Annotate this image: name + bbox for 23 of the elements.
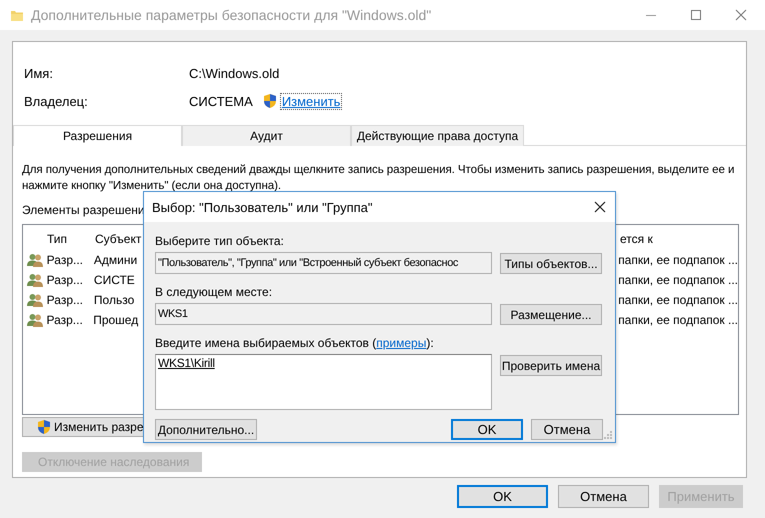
field-value: СИСТЕМА — [189, 94, 253, 108]
table-cell: папки, ее подпапок ... — [618, 273, 738, 287]
table-cell: папки, ее подпапок ... — [618, 253, 738, 267]
table-cell-text: Пользо — [94, 293, 136, 307]
field-value: C:\Windows.old — [189, 66, 280, 80]
description-text: Для получения дополнительных сведений дважды щелкните запись разрешения. Чтобы изменить запись разрешения, выделите ее и нажмите кнопку "Изменить" (если она доступна). — [22, 162, 736, 194]
table-cell-text: СИСТЕ — [94, 273, 136, 287]
table-cell: Админи — [94, 253, 138, 267]
entered-name: WKS1\Kirill — [158, 356, 215, 370]
window-title: Дополнительные параметры безопасности для "Windows.old" — [31, 7, 432, 23]
table-cell: папки, ее подпапок ... — [618, 313, 738, 327]
table-cell-text: Разр... — [46, 273, 84, 287]
field-label: Выберите тип объекта: — [155, 234, 285, 250]
field-label: Владелец: — [24, 94, 89, 108]
table-cell-text: Разр... — [46, 253, 84, 267]
field-label: Имя: — [24, 66, 54, 80]
field-label: Введите имена выбираемых объектов (примеры): — [155, 336, 435, 352]
table-cell-text: Разр... — [46, 293, 84, 307]
field-label: В следующем месте: — [155, 285, 274, 301]
table-cell: папки, ее подпапок ... — [618, 293, 738, 307]
table-cell-text: Разр... — [46, 313, 84, 327]
table-cell: Прошед — [93, 313, 138, 327]
dialog-title: Выбор: "Пользователь" или "Группа" — [152, 200, 372, 214]
